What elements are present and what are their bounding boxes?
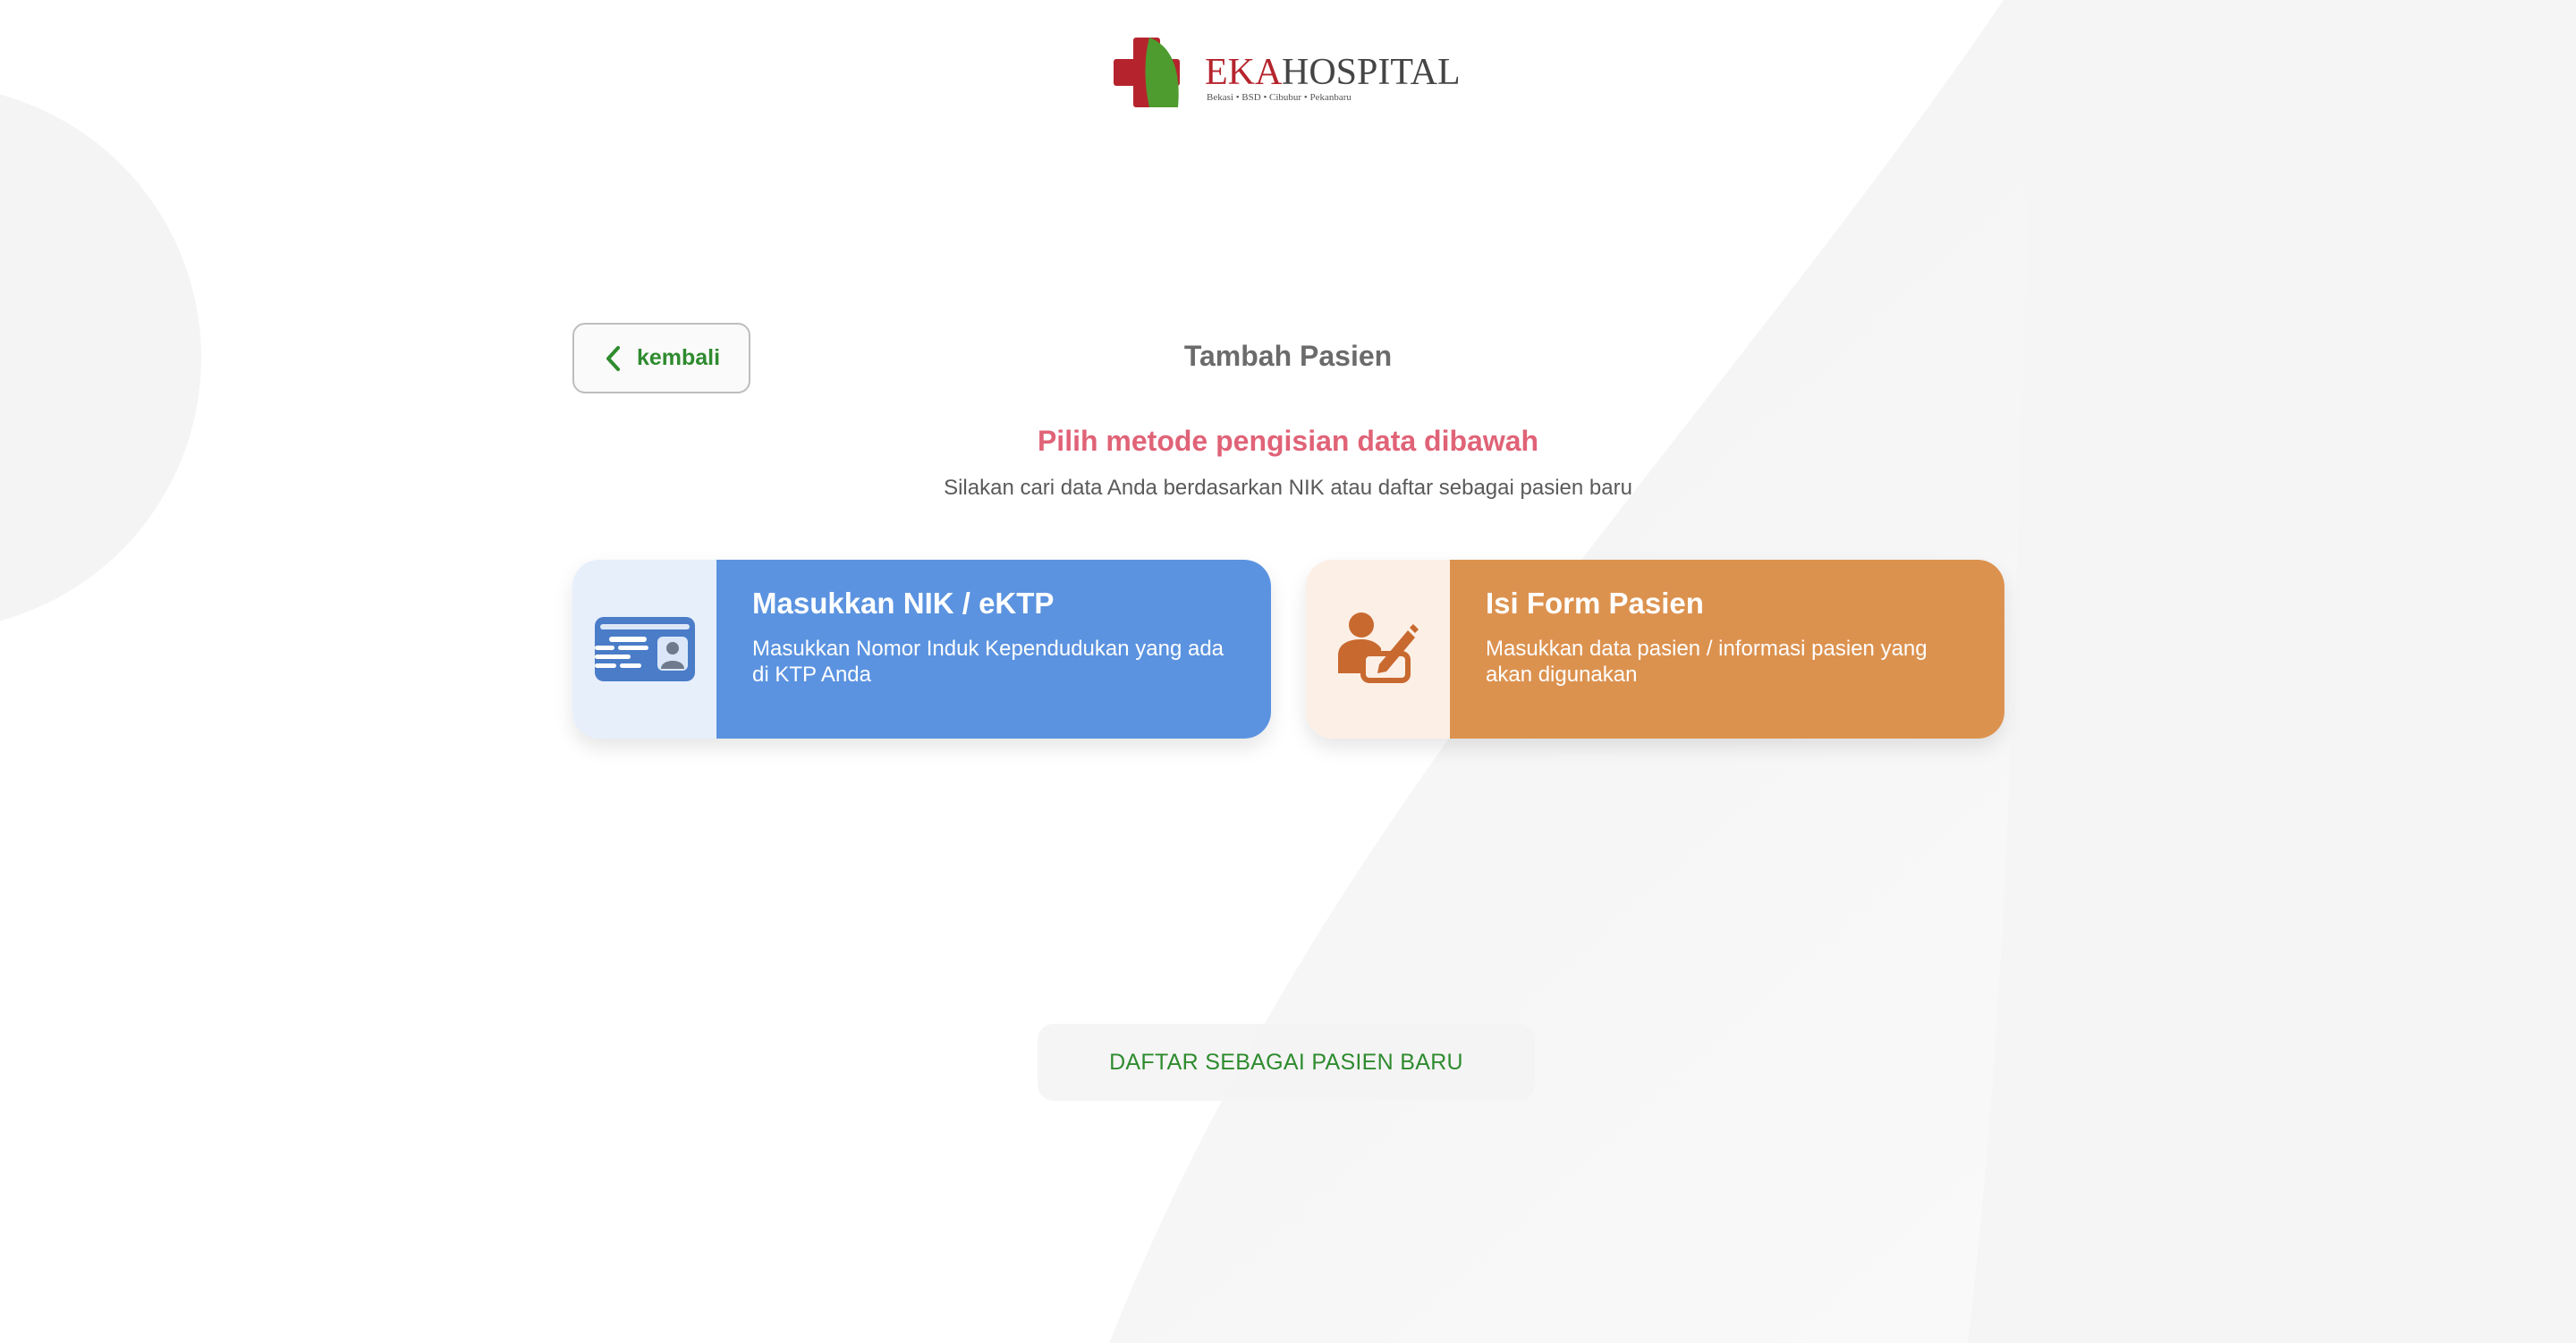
logo-leaf [1145,38,1179,107]
nik-option-card[interactable]: Masukkan NIK / eKTP Masukkan Nomor Induk… [572,560,1271,739]
method-heading: Pilih metode pengisian data dibawah [1037,425,1539,457]
nik-text-area: Masukkan NIK / eKTP Masukkan Nomor Induk… [716,560,1271,739]
eka-hospital-logo: EKA HOSPITAL Bekasi • BSD • Cibubur • Pe… [1114,38,1461,107]
id-card-icon [594,617,695,681]
chevron-left-icon [606,345,620,371]
nik-icon-area [572,560,716,739]
back-button-label: kembali [636,345,721,370]
register-new-patient-label: DAFTAR SEBAGAI PASIEN BARU [1109,1049,1463,1075]
form-icon-area [1306,560,1450,739]
method-subheading: Silakan cari data Anda berdasarkan NIK a… [944,476,1632,500]
form-card-title: Isi Form Pasien [1486,587,1704,620]
logo-locations: Bekasi • BSD • Cibubur • Pekanbaru [1207,92,1352,103]
back-button[interactable]: kembali [572,323,750,393]
nik-card-title: Masukkan NIK / eKTP [752,587,1055,620]
page-title: Tambah Pasien [1183,340,1393,372]
logo-text-eka: EKA [1205,52,1283,93]
nik-card-description: Masukkan Nomor Induk Kependudukan yang a… [752,636,1224,687]
logo-text-hospital: HOSPITAL [1282,52,1461,93]
form-text-area: Isi Form Pasien Masukkan data pasien / i… [1450,560,2004,739]
form-option-card[interactable]: Isi Form Pasien Masukkan data pasien / i… [1306,560,2004,739]
user-edit-icon [1337,612,1419,683]
register-new-patient-button[interactable]: DAFTAR SEBAGAI PASIEN BARU [1038,1024,1535,1101]
form-card-description: Masukkan data pasien / informasi pasien … [1486,636,1928,687]
background-decoration [0,0,2576,1343]
